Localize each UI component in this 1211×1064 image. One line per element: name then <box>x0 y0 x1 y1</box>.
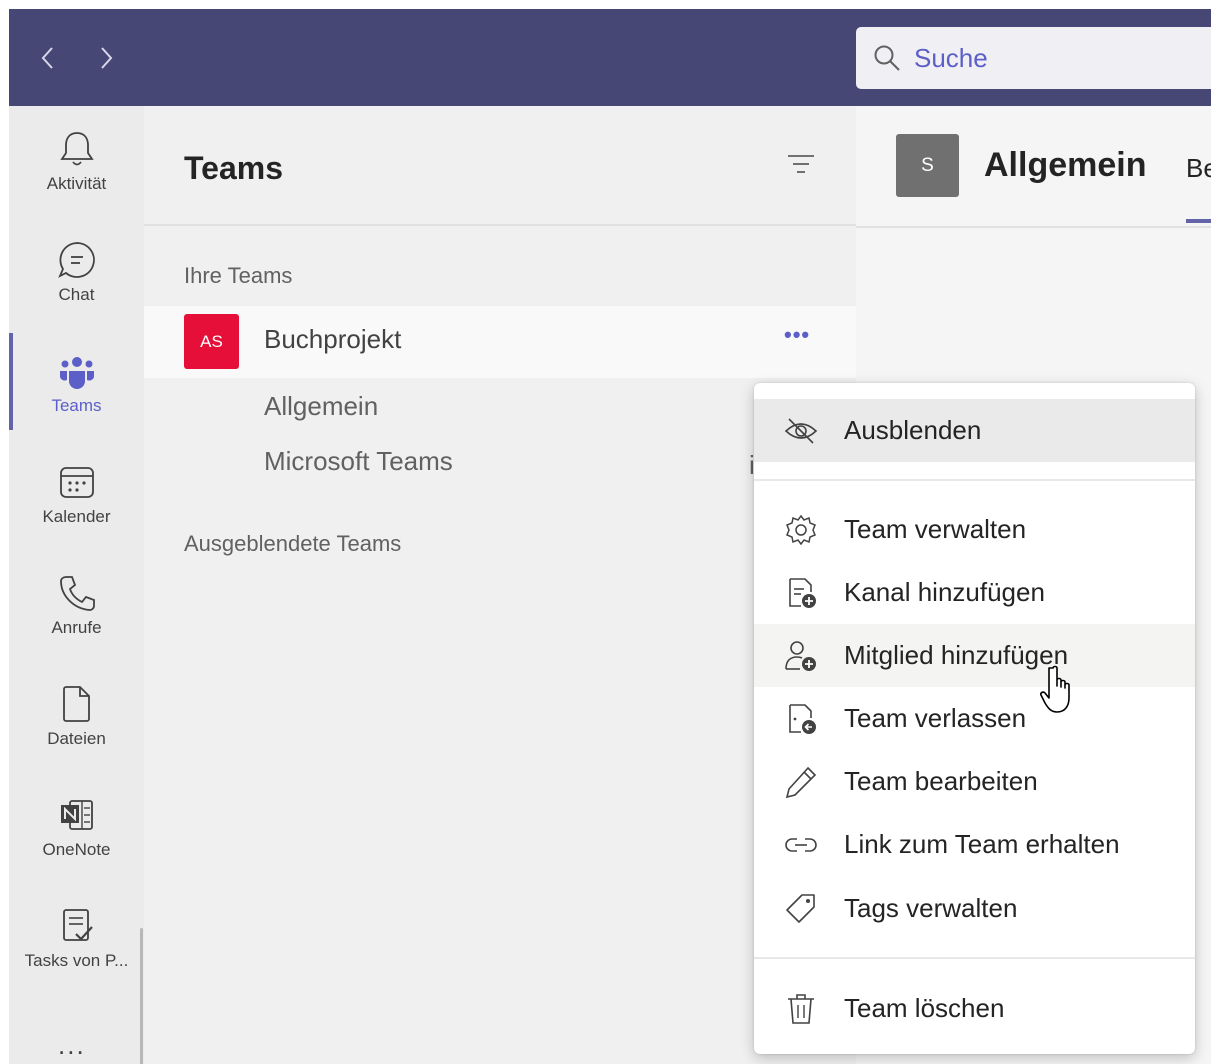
forward-button[interactable] <box>93 41 119 75</box>
app-rail: Aktivität Chat Teams Kalender Anrufe Dat… <box>9 106 144 1064</box>
page-title: Teams <box>184 150 284 186</box>
rail-item-activity[interactable]: Aktivität <box>9 106 144 206</box>
search-placeholder: Suche <box>914 42 988 73</box>
bell-icon <box>59 132 94 166</box>
channel-header: S Allgemein Be <box>856 106 1211 228</box>
rail-item-label: Tasks von P... <box>24 951 129 970</box>
add-member-icon <box>785 640 816 671</box>
filter-icon[interactable] <box>785 151 817 179</box>
calendar-icon <box>59 467 94 498</box>
title-bar: Suche <box>9 9 1211 106</box>
menu-item-leave-team[interactable]: Team verlassen <box>754 687 1195 750</box>
menu-item-label: Team verlassen <box>844 703 1027 733</box>
hand-cursor-icon <box>1040 665 1070 713</box>
menu-divider <box>754 479 1195 481</box>
hide-eye-icon <box>784 417 818 444</box>
menu-item-edit-team[interactable]: Team bearbeiten <box>754 750 1195 813</box>
menu-item-hide[interactable]: Ausblenden <box>754 399 1195 462</box>
rail-item-label: Anrufe <box>51 618 102 637</box>
tag-icon <box>786 893 815 923</box>
rail-item-teams[interactable]: Teams <box>9 328 144 428</box>
hidden-teams-label[interactable]: Ausgeblendete Teams <box>184 531 401 557</box>
gear-icon <box>786 514 816 545</box>
pencil-icon <box>785 766 817 798</box>
chevron-left-icon <box>41 47 53 69</box>
search-icon <box>874 45 900 71</box>
rail-item-label: Teams <box>51 396 102 415</box>
rail-active-indicator <box>9 333 13 430</box>
menu-item-label: Tags verwalten <box>844 893 1018 923</box>
team-avatar: AS <box>184 314 239 369</box>
rail-item-label: Dateien <box>47 729 106 748</box>
teams-panel-header: Teams <box>144 106 856 226</box>
rail-item-onenote[interactable]: OneNote <box>9 772 144 872</box>
menu-item-label: Team bearbeiten <box>844 766 1038 796</box>
rail-item-label: Chat <box>58 285 95 304</box>
leave-team-icon <box>789 703 816 734</box>
tab-posts[interactable]: Be <box>1186 153 1211 184</box>
back-button[interactable] <box>35 41 61 75</box>
menu-item-manage-tags[interactable]: Tags verwalten <box>754 877 1195 940</box>
active-tab-indicator <box>1186 219 1211 223</box>
menu-item-label: Team löschen <box>844 993 1005 1023</box>
menu-item-manage-team[interactable]: Team verwalten <box>754 498 1195 561</box>
menu-item-label: Link zum Team erhalten <box>844 829 1120 859</box>
tasks-icon <box>62 909 93 941</box>
file-icon <box>62 686 90 722</box>
team-row-buchprojekt[interactable]: AS Buchprojekt ••• <box>144 306 856 378</box>
menu-divider <box>754 957 1195 959</box>
search-input[interactable]: Suche <box>856 27 1211 89</box>
rail-item-calendar[interactable]: Kalender <box>9 439 144 539</box>
menu-item-get-link[interactable]: Link zum Team erhalten <box>754 813 1195 876</box>
phone-icon <box>59 576 95 611</box>
menu-item-add-channel[interactable]: Kanal hinzufügen <box>754 561 1195 624</box>
rail-item-calls[interactable]: Anrufe <box>9 550 144 650</box>
rail-item-files[interactable]: Dateien <box>9 661 144 761</box>
rail-item-tasks[interactable]: Tasks von P... <box>9 883 144 983</box>
menu-item-delete-team[interactable]: Team löschen <box>754 977 1195 1040</box>
menu-item-label: Team verwalten <box>844 514 1027 544</box>
rail-item-chat[interactable]: Chat <box>9 217 144 317</box>
more-apps-button[interactable]: ... <box>58 1030 86 1061</box>
rail-scrollbar[interactable] <box>140 928 143 1064</box>
rail-item-label: Kalender <box>42 507 111 526</box>
channel-item-allgemein[interactable]: Allgemein <box>264 391 378 422</box>
menu-item-label: Mitglied hinzufügen <box>844 640 1069 670</box>
channel-title: Allgemein <box>984 146 1147 184</box>
menu-item-label: Kanal hinzufügen <box>844 577 1045 607</box>
more-options-button[interactable]: ••• <box>784 322 810 348</box>
channel-avatar: S <box>896 134 959 197</box>
rail-item-label: OneNote <box>42 840 111 859</box>
chevron-right-icon <box>101 47 113 69</box>
your-teams-label: Ihre Teams <box>184 263 293 288</box>
onenote-icon <box>60 800 93 830</box>
add-channel-icon <box>789 577 816 608</box>
chat-icon <box>57 242 95 278</box>
team-name: Buchprojekt <box>264 324 402 354</box>
menu-item-add-member[interactable]: Mitglied hinzufügen <box>754 624 1195 687</box>
menu-item-label: Ausblenden <box>844 415 982 445</box>
link-icon <box>785 837 817 852</box>
channel-item-microsoft-teams[interactable]: Microsoft Teams <box>264 446 453 477</box>
rail-item-label: Aktivität <box>46 174 107 193</box>
team-context-menu: Ausblenden Team verwalten Kanal hinzufüg… <box>754 383 1195 1054</box>
teams-icon <box>59 357 94 389</box>
trash-icon <box>788 993 814 1024</box>
teams-panel: Teams Ihre Teams AS Buchprojekt ••• Allg… <box>144 106 856 1064</box>
